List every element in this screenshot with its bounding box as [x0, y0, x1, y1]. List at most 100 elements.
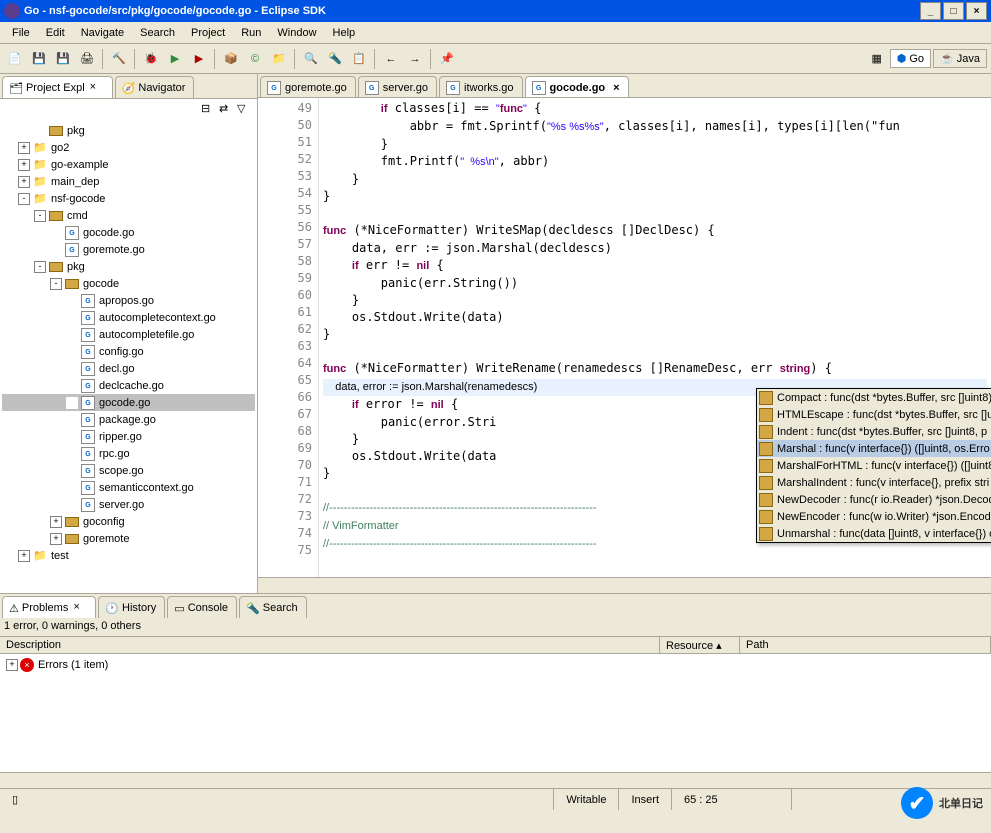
error-group-row[interactable]: + × Errors (1 item) [2, 656, 989, 673]
go-perspective[interactable]: ⬢Go [890, 49, 931, 68]
tree-expander-icon[interactable]: + [50, 533, 62, 545]
open-perspective-button[interactable]: ▦ [866, 48, 888, 70]
new-folder-button[interactable]: 📁 [268, 48, 290, 70]
maximize-button[interactable]: □ [943, 2, 964, 20]
tree-node[interactable]: -📁nsf-gocode [2, 190, 255, 207]
tree-node[interactable]: -pkg [2, 258, 255, 275]
tree-expander-icon[interactable]: + [18, 159, 30, 171]
menu-edit[interactable]: Edit [38, 25, 73, 41]
build-button[interactable]: 🔨 [108, 48, 130, 70]
tree-node[interactable]: Grpc.go [2, 445, 255, 462]
run-button[interactable]: ▶ [164, 48, 186, 70]
tree-node[interactable]: Gscope.go [2, 462, 255, 479]
problems-list[interactable]: + × Errors (1 item) [0, 654, 991, 772]
tree-node[interactable]: Gdecl.go [2, 360, 255, 377]
menu-run[interactable]: Run [233, 25, 269, 41]
tree-node[interactable]: Gripper.go [2, 428, 255, 445]
editor-tab[interactable]: Ggoremote.go [260, 76, 356, 97]
tree-node[interactable]: +📁main_dep [2, 173, 255, 190]
tree-node[interactable]: Ggoremote.go [2, 241, 255, 258]
new-class-button[interactable]: © [244, 48, 266, 70]
tree-node[interactable]: Ggocode.go [2, 394, 255, 411]
menu-project[interactable]: Project [183, 25, 233, 41]
autocomplete-popup[interactable]: Compact : func(dst *bytes.Buffer, src []… [756, 388, 991, 543]
titlebar[interactable]: Go - nsf-gocode/src/pkg/gocode/gocode.go… [0, 0, 991, 22]
collapse-all-icon[interactable]: ⊟ [201, 102, 217, 118]
tree-node[interactable]: -gocode [2, 275, 255, 292]
close-tab-icon[interactable]: × [613, 82, 619, 94]
editor-tab[interactable]: Ggocode.go× [525, 76, 629, 97]
code-editor[interactable]: 4950515253545556575859606162636465666768… [258, 98, 991, 577]
menu-search[interactable]: Search [132, 25, 183, 41]
problems-h-scrollbar[interactable] [0, 772, 991, 788]
save-button[interactable]: 💾 [28, 48, 50, 70]
new-package-button[interactable]: 📦 [220, 48, 242, 70]
tree-node[interactable]: pkg [2, 122, 255, 139]
col-resource[interactable]: Resource ▴ [660, 637, 740, 653]
forward-button[interactable]: → [404, 48, 426, 70]
tree-node[interactable]: Gsemanticcontext.go [2, 479, 255, 496]
menu-navigate[interactable]: Navigate [73, 25, 132, 41]
console-tab[interactable]: ▭Console [167, 596, 237, 618]
new-button[interactable]: 📄 [4, 48, 26, 70]
tree-node[interactable]: Gserver.go [2, 496, 255, 513]
tree-node[interactable]: Ggocode.go [2, 224, 255, 241]
project-tree[interactable]: pkg+📁go2+📁go-example+📁main_dep-📁nsf-goco… [0, 120, 257, 593]
autocomplete-item[interactable]: Compact : func(dst *bytes.Buffer, src []… [757, 389, 991, 406]
tree-node[interactable]: Gpackage.go [2, 411, 255, 428]
autocomplete-item[interactable]: Unmarshal : func(data []uint8, v interfa… [757, 525, 991, 542]
autocomplete-item[interactable]: MarshalForHTML : func(v interface{}) ([]… [757, 457, 991, 474]
link-editor-icon[interactable]: ⇄ [219, 102, 235, 118]
autocomplete-item[interactable]: Indent : func(dst *bytes.Buffer, src []u… [757, 423, 991, 440]
autocomplete-item[interactable]: NewEncoder : func(w io.Writer) *json.Enc… [757, 508, 991, 525]
autocomplete-item[interactable]: HTMLEscape : func(dst *bytes.Buffer, src… [757, 406, 991, 423]
tree-node[interactable]: +📁test [2, 547, 255, 564]
open-type-button[interactable]: 🔍 [300, 48, 322, 70]
tree-expander-icon[interactable]: + [18, 176, 30, 188]
editor-tab[interactable]: Gitworks.go [439, 76, 523, 97]
view-menu-icon[interactable]: ▽ [237, 102, 253, 118]
java-perspective[interactable]: ☕Java [933, 49, 987, 68]
close-view-icon[interactable]: × [90, 81, 104, 95]
tree-node[interactable]: Gapropos.go [2, 292, 255, 309]
debug-button[interactable]: 🐞 [140, 48, 162, 70]
status-item-icon[interactable]: ▯ [0, 789, 24, 810]
problems-tab[interactable]: ⚠Problems× [2, 596, 96, 618]
back-button[interactable]: ← [380, 48, 402, 70]
tree-node[interactable]: Gautocompletecontext.go [2, 309, 255, 326]
menu-window[interactable]: Window [269, 25, 324, 41]
autocomplete-item[interactable]: MarshalIndent : func(v interface{}, pref… [757, 474, 991, 491]
col-path[interactable]: Path [740, 637, 991, 653]
tree-node[interactable]: Gdeclcache.go [2, 377, 255, 394]
tree-node[interactable]: +📁go-example [2, 156, 255, 173]
tree-expander-icon[interactable]: - [34, 210, 46, 222]
tree-expander-icon[interactable]: + [18, 142, 30, 154]
search-button[interactable]: 🔦 [324, 48, 346, 70]
tree-node[interactable]: +goconfig [2, 513, 255, 530]
editor-tab[interactable]: Gserver.go [358, 76, 437, 97]
close-tab-icon[interactable]: × [73, 601, 87, 615]
col-description[interactable]: Description [0, 637, 660, 653]
tree-expander-icon[interactable]: - [50, 278, 62, 290]
minimize-button[interactable]: _ [920, 2, 941, 20]
pin-button[interactable]: 📌 [436, 48, 458, 70]
menu-help[interactable]: Help [325, 25, 364, 41]
autocomplete-item[interactable]: NewDecoder : func(r io.Reader) *json.Dec… [757, 491, 991, 508]
tree-expander-icon[interactable]: - [18, 193, 30, 205]
tree-node[interactable]: Gautocompletefile.go [2, 326, 255, 343]
task-button[interactable]: 📋 [348, 48, 370, 70]
tree-node[interactable]: -cmd [2, 207, 255, 224]
tree-expander-icon[interactable]: - [34, 261, 46, 273]
print-button[interactable]: 🖨 [76, 48, 98, 70]
tree-node[interactable]: +goremote [2, 530, 255, 547]
tree-node[interactable]: Gconfig.go [2, 343, 255, 360]
project-explorer-tab[interactable]: 🗂 Project Expl × [2, 76, 113, 98]
menu-file[interactable]: File [4, 25, 38, 41]
tree-expander-icon[interactable]: + [50, 516, 62, 528]
navigator-tab[interactable]: 🧭 Navigator [115, 76, 195, 98]
ext-tools-button[interactable]: ▶ [188, 48, 210, 70]
tree-node[interactable]: +📁go2 [2, 139, 255, 156]
editor-h-scrollbar[interactable] [258, 577, 991, 593]
autocomplete-item[interactable]: Marshal : func(v interface{}) ([]uint8, … [757, 440, 991, 457]
history-tab[interactable]: 🕐History [98, 596, 165, 618]
